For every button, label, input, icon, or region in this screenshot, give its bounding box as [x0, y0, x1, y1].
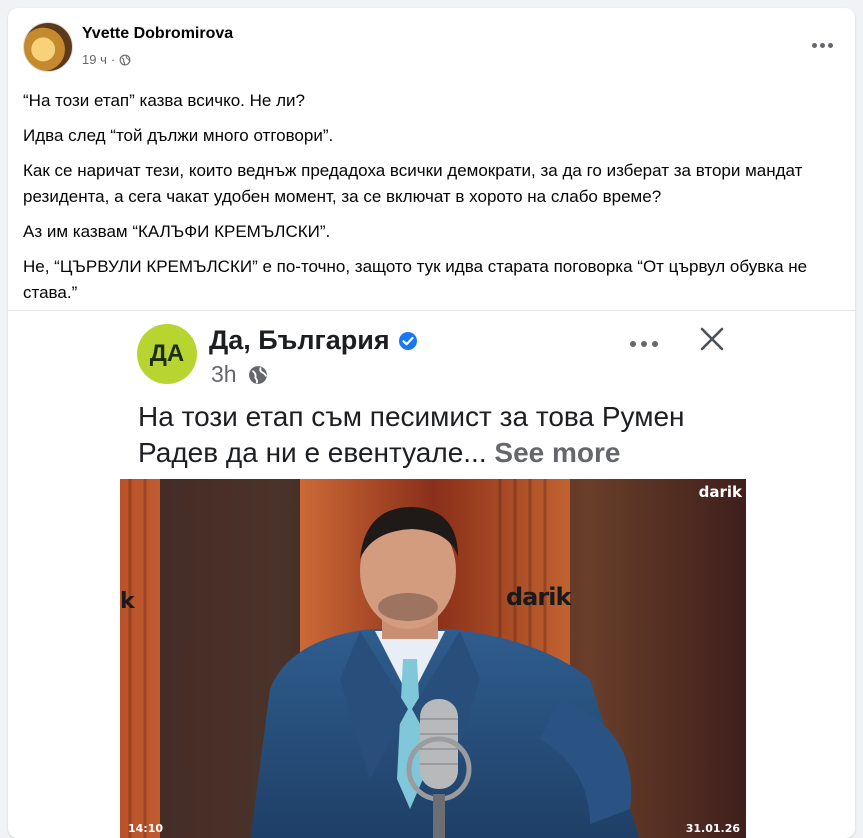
globe-icon [119, 54, 131, 65]
darik-logo-wall: darik [506, 583, 571, 611]
darik-logo-left: k [120, 589, 135, 614]
post-text: “На този етап” казва всичко. Не ли? Идва… [23, 88, 843, 315]
more-horizontal-icon [811, 42, 817, 48]
post-paragraph: Не, “ЦЪРВУЛИ КРЕМЪЛСКИ” е по-точно, защо… [23, 257, 808, 302]
post-paragraph: “На този етап” казва всичко. Не ли? [23, 91, 305, 110]
embedded-post-time: 3h [211, 361, 237, 387]
video-timestamp-date: 31.01.26 [685, 822, 740, 835]
darik-logo-top: darik [698, 483, 742, 501]
embedded-page-logo: ДА [137, 324, 197, 384]
close-icon [700, 327, 724, 351]
post-paragraph: Идва след “той дължи много отговори”. [23, 126, 334, 145]
more-horizontal-icon [630, 341, 658, 347]
post-time[interactable]: 19 ч [82, 52, 107, 67]
see-more-link: See more [494, 437, 621, 468]
video-timestamp-time: 14:10 [128, 822, 164, 835]
video-scene [120, 479, 746, 838]
meta-separator: · [110, 52, 116, 67]
post-more-button[interactable] [807, 33, 837, 57]
more-horizontal-icon [827, 42, 833, 48]
more-horizontal-icon [819, 42, 825, 48]
post-image[interactable]: ДА Да, България 3h На този етап съм песи… [8, 310, 855, 838]
post-meta: 19 ч · [82, 52, 131, 67]
verified-badge-icon [398, 331, 417, 350]
post-paragraph: Как се наричат тези, които веднъж предад… [23, 161, 803, 206]
author-avatar[interactable] [23, 22, 73, 72]
author-name[interactable]: Yvette Dobromirova [82, 25, 233, 43]
post-paragraph: Аз им казвам “КАЛЪФИ КРЕМЪЛСКИ”. [23, 222, 331, 241]
post-card: Yvette Dobromirova 19 ч · “На този етап”… [8, 8, 855, 838]
embedded-page-name: Да, България [209, 325, 418, 356]
embedded-post-meta: 3h [211, 361, 269, 388]
embedded-video-frame: darik darik k 14:10 31.01.26 [120, 479, 746, 838]
embedded-page-name-text: Да, България [209, 325, 390, 355]
globe-icon [248, 365, 267, 384]
embedded-caption: На този етап съм песимист за това Румен … [138, 399, 758, 471]
